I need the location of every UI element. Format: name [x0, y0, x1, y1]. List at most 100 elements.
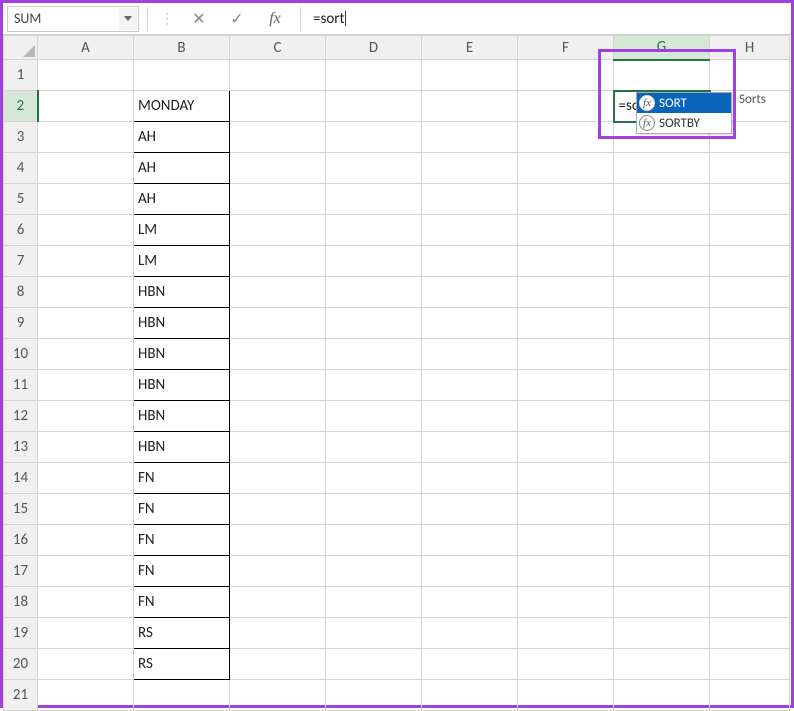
autocomplete-option[interactable]: fx SORT [637, 93, 731, 113]
cell-G1[interactable] [614, 60, 710, 91]
cell-H15[interactable] [710, 494, 790, 525]
col-header-C[interactable]: C [230, 36, 326, 60]
cell-F21[interactable] [518, 680, 614, 711]
cell-A6[interactable] [38, 215, 134, 246]
cell-G6[interactable] [614, 215, 710, 246]
cell-B8[interactable]: HBN [134, 277, 230, 308]
cell-B14[interactable]: FN [134, 463, 230, 494]
cell-D4[interactable] [326, 153, 422, 184]
cell-F6[interactable] [518, 215, 614, 246]
cell-E7[interactable] [422, 246, 518, 277]
cell-C19[interactable] [230, 618, 326, 649]
cell-D9[interactable] [326, 308, 422, 339]
row-header-15[interactable]: 15 [4, 494, 38, 525]
cell-A15[interactable] [38, 494, 134, 525]
cell-E4[interactable] [422, 153, 518, 184]
cell-G15[interactable] [614, 494, 710, 525]
cell-D8[interactable] [326, 277, 422, 308]
cell-D1[interactable] [326, 60, 422, 91]
row-header-16[interactable]: 16 [4, 525, 38, 556]
cell-H19[interactable] [710, 618, 790, 649]
cell-A21[interactable] [38, 680, 134, 711]
cell-G17[interactable] [614, 556, 710, 587]
cell-C4[interactable] [230, 153, 326, 184]
cell-D19[interactable] [326, 618, 422, 649]
cell-G12[interactable] [614, 401, 710, 432]
cell-F20[interactable] [518, 649, 614, 680]
name-box-dropdown[interactable] [119, 8, 137, 30]
cell-A20[interactable] [38, 649, 134, 680]
cell-B4[interactable]: AH [134, 153, 230, 184]
cell-F10[interactable] [518, 339, 614, 370]
cell-H12[interactable] [710, 401, 790, 432]
cell-A5[interactable] [38, 184, 134, 215]
cell-C1[interactable] [230, 60, 326, 91]
cell-H20[interactable] [710, 649, 790, 680]
cell-C6[interactable] [230, 215, 326, 246]
cell-C16[interactable] [230, 525, 326, 556]
accept-formula-button[interactable]: ✓ [224, 7, 250, 31]
cell-G19[interactable] [614, 618, 710, 649]
row-header-4[interactable]: 4 [4, 153, 38, 184]
cell-E21[interactable] [422, 680, 518, 711]
cell-D13[interactable] [326, 432, 422, 463]
cell-B11[interactable]: HBN [134, 370, 230, 401]
cell-D21[interactable] [326, 680, 422, 711]
cell-A12[interactable] [38, 401, 134, 432]
cell-E2[interactable] [422, 91, 518, 122]
cell-A16[interactable] [38, 525, 134, 556]
cell-H5[interactable] [710, 184, 790, 215]
cell-H6[interactable] [710, 215, 790, 246]
cell-B13[interactable]: HBN [134, 432, 230, 463]
cell-B19[interactable]: RS [134, 618, 230, 649]
cell-E13[interactable] [422, 432, 518, 463]
cell-E20[interactable] [422, 649, 518, 680]
cell-E3[interactable] [422, 122, 518, 153]
cell-E19[interactable] [422, 618, 518, 649]
cell-C18[interactable] [230, 587, 326, 618]
row-header-9[interactable]: 9 [4, 308, 38, 339]
cell-C7[interactable] [230, 246, 326, 277]
cell-F14[interactable] [518, 463, 614, 494]
cell-B17[interactable]: FN [134, 556, 230, 587]
cell-A4[interactable] [38, 153, 134, 184]
cell-A2[interactable] [38, 91, 134, 122]
cell-C8[interactable] [230, 277, 326, 308]
cell-H7[interactable] [710, 246, 790, 277]
cell-C20[interactable] [230, 649, 326, 680]
col-header-A[interactable]: A [38, 36, 134, 60]
cell-H9[interactable] [710, 308, 790, 339]
cell-B12[interactable]: HBN [134, 401, 230, 432]
cell-F8[interactable] [518, 277, 614, 308]
cell-B16[interactable]: FN [134, 525, 230, 556]
cell-E1[interactable] [422, 60, 518, 91]
col-header-F[interactable]: F [518, 36, 614, 60]
cell-G10[interactable] [614, 339, 710, 370]
cell-C11[interactable] [230, 370, 326, 401]
cell-G16[interactable] [614, 525, 710, 556]
cell-F1[interactable] [518, 60, 614, 91]
cell-B21[interactable] [134, 680, 230, 711]
row-header-5[interactable]: 5 [4, 184, 38, 215]
cell-D18[interactable] [326, 587, 422, 618]
row-header-18[interactable]: 18 [4, 587, 38, 618]
row-header-10[interactable]: 10 [4, 339, 38, 370]
fx-icon[interactable]: fx [262, 7, 288, 31]
cell-A8[interactable] [38, 277, 134, 308]
cell-G18[interactable] [614, 587, 710, 618]
cell-E6[interactable] [422, 215, 518, 246]
cell-F17[interactable] [518, 556, 614, 587]
cell-F2[interactable] [518, 91, 614, 122]
cell-H1[interactable] [710, 60, 790, 91]
cell-F5[interactable] [518, 184, 614, 215]
cell-H21[interactable] [710, 680, 790, 711]
cell-H16[interactable] [710, 525, 790, 556]
cell-D6[interactable] [326, 215, 422, 246]
cell-B18[interactable]: FN [134, 587, 230, 618]
row-header-19[interactable]: 19 [4, 618, 38, 649]
row-header-3[interactable]: 3 [4, 122, 38, 153]
cell-F15[interactable] [518, 494, 614, 525]
cell-B5[interactable]: AH [134, 184, 230, 215]
cell-C15[interactable] [230, 494, 326, 525]
cell-E15[interactable] [422, 494, 518, 525]
